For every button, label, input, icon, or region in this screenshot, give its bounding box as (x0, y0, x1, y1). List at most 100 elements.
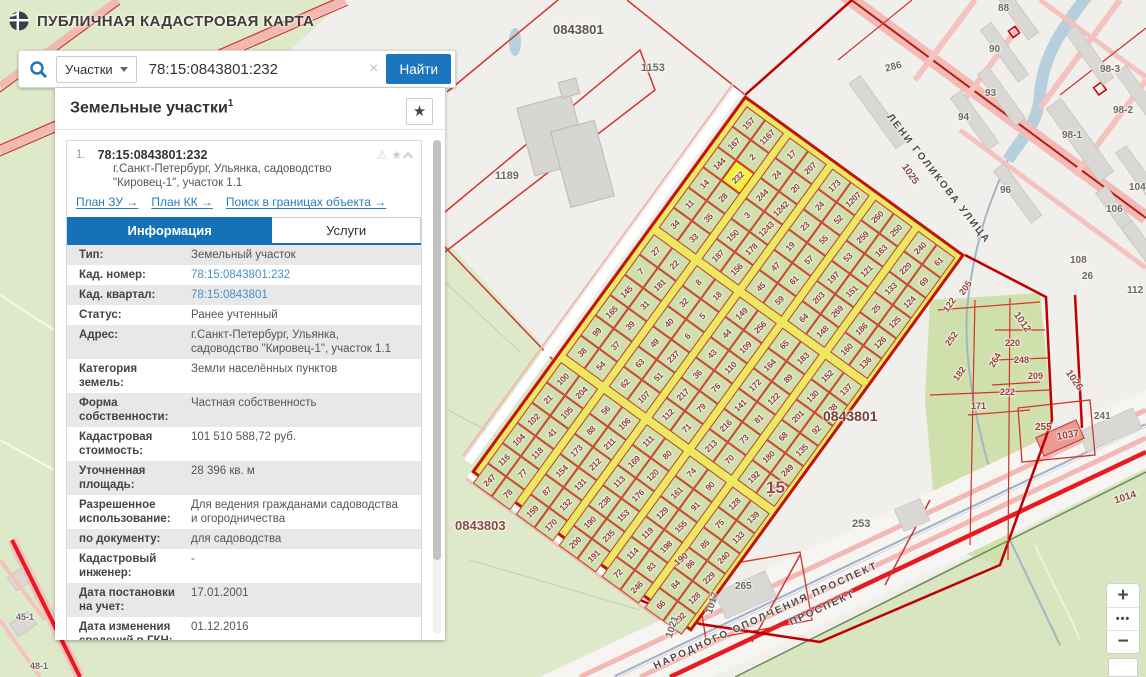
parcel-number: 69 (917, 275, 930, 288)
parcel-number: 156 (728, 261, 745, 277)
parcel-number: 24 (813, 199, 826, 212)
tab-services[interactable]: Услуги (272, 217, 421, 243)
zoom-in-button[interactable]: + (1107, 584, 1139, 607)
parcel-number: 207 (802, 159, 819, 175)
field-row: Разрешенное использование:Для ведения гр… (67, 495, 421, 529)
panel-scrollbar-thumb[interactable] (433, 140, 441, 560)
search-icon (29, 60, 48, 79)
field-value-link[interactable]: 78:15:0843801 (185, 288, 400, 302)
parcel-number: 269 (829, 303, 846, 319)
cadastral-map-app: 1571671441411342771451659938100211021041… (0, 0, 1146, 677)
parcel-number: 149 (733, 305, 750, 321)
parcel-number: 7 (636, 266, 646, 276)
parcel-number: 167 (726, 135, 743, 151)
parcel-number: 43 (706, 347, 719, 360)
star-icon[interactable]: ★ (391, 148, 402, 162)
parcel-number: 37 (609, 339, 622, 352)
chevron-down-icon (120, 67, 128, 72)
search-category-dropdown[interactable]: Участки (56, 56, 137, 83)
parcel-number: 121 (858, 262, 875, 278)
parcel-number: 157 (740, 115, 757, 131)
parcel-number: 133 (883, 280, 900, 296)
parcel-number: 106 (616, 415, 633, 431)
zoom-out-button[interactable]: − (1107, 630, 1139, 653)
parcel-number: 1207 (843, 189, 863, 209)
app-title: ПУБЛИЧНАЯ КАДАСТРОВАЯ КАРТА (37, 13, 314, 30)
warning-icon[interactable]: ⚠ (376, 148, 387, 162)
parcel-number: 130 (804, 387, 821, 403)
item-fields-table: Тип:Земельный участокКад. номер:78:15:08… (67, 245, 421, 640)
parcel-number: 63 (633, 356, 646, 369)
field-value: Для ведения гражданами садоводства и ого… (185, 498, 400, 526)
parcel-number: 190 (582, 514, 599, 530)
zoom-more-button[interactable]: ••• (1107, 607, 1139, 630)
parcel-number: 217 (675, 386, 692, 402)
parcel-number: 90 (704, 479, 717, 492)
field-value: Частная собственность (185, 396, 400, 424)
parcel-number: 132 (557, 496, 574, 512)
parcel-number: 55 (817, 233, 830, 246)
panel-scrollbar[interactable] (433, 140, 441, 634)
parcel-number: 51 (652, 370, 665, 383)
favorites-button[interactable]: ★ (406, 98, 433, 125)
field-label: Уточненная площадь: (67, 464, 185, 492)
parcel-number: 116 (496, 452, 512, 468)
parcel-number: 1243 (756, 219, 776, 239)
field-label: по документу: (67, 532, 185, 546)
parcel-number: 213 (703, 437, 720, 453)
parcel-number: 246 (628, 579, 645, 595)
parcel-number: 83 (645, 560, 658, 573)
parcel-number: 240 (715, 549, 732, 565)
parcel-number: 57 (802, 253, 815, 266)
parcel-number: 21 (542, 392, 555, 405)
field-row: Дата изменения сведений в ГКН:01.12.2016 (67, 617, 421, 640)
search-input[interactable] (137, 61, 361, 78)
parcel-number: 187 (710, 247, 727, 263)
parcel-number: 47 (769, 260, 782, 273)
panel-header: Земельные участки1 ★ (55, 88, 445, 130)
parcel-number: 247 (481, 472, 498, 488)
clear-search-icon[interactable]: × (361, 60, 386, 78)
collapse-icon[interactable] (403, 151, 413, 161)
parcel-number: 126 (872, 334, 889, 350)
parcel-number: 23 (798, 219, 811, 232)
field-value: для садоводства (185, 532, 400, 546)
plan-kk-link[interactable]: План КК → (151, 195, 213, 209)
parcel-number: 169 (626, 453, 643, 469)
parcel-number: 34 (669, 217, 682, 230)
search-in-bounds-link[interactable]: Поиск в границах объекта → (226, 195, 386, 209)
field-label: Статус: (67, 308, 185, 322)
parcel-number: 112 (660, 406, 676, 422)
item-header-row: 1. 78:15:0843801:232 ⚠ ★ (67, 141, 421, 162)
item-index: 1. (76, 148, 86, 162)
plan-zu-link[interactable]: План ЗУ → (76, 195, 138, 209)
tab-information[interactable]: Информация (67, 217, 272, 243)
parcel-number: 73 (738, 432, 751, 445)
map-extra-control[interactable] (1108, 658, 1138, 677)
parcel-number: 176 (630, 487, 647, 503)
parcel-number: 191 (586, 547, 603, 563)
parcel-number: 181 (652, 276, 669, 292)
parcel-number: 232 (730, 169, 747, 185)
parcel-number: 25 (869, 302, 882, 315)
field-value: Земли населённых пунктов (185, 362, 400, 390)
field-value-link[interactable]: 78:15:0843801:232 (185, 268, 400, 282)
field-label: Тип: (67, 248, 185, 262)
parcel-number: 19 (784, 239, 797, 252)
field-value: г.Санкт-Петербург, Ульянка, садоводство … (185, 328, 400, 356)
parcel-number: 229 (897, 260, 914, 276)
parcel-number: 76 (709, 381, 722, 394)
parcel-number: 155 (673, 518, 690, 534)
parcel-number: 145 (618, 283, 635, 299)
parcel-number: 77 (516, 466, 529, 479)
field-row: Кадастровая стоимость:101 510 588,72 руб… (67, 427, 421, 461)
parcel-number: 5 (698, 311, 708, 321)
parcel-list-item[interactable]: 1. 78:15:0843801:232 ⚠ ★ г.Санкт-Петербу… (66, 140, 422, 640)
parcel-number: 27 (649, 244, 662, 257)
field-row: Дата постановки на учет:17.01.2001 (67, 583, 421, 617)
search-button[interactable]: Найти (386, 54, 451, 84)
parcel-number: 120 (644, 467, 661, 483)
parcel-number: 1167 (758, 127, 777, 146)
parcel-number: 160 (839, 341, 856, 357)
field-row: Адрес:г.Санкт-Петербург, Ульянка, садово… (67, 325, 421, 359)
